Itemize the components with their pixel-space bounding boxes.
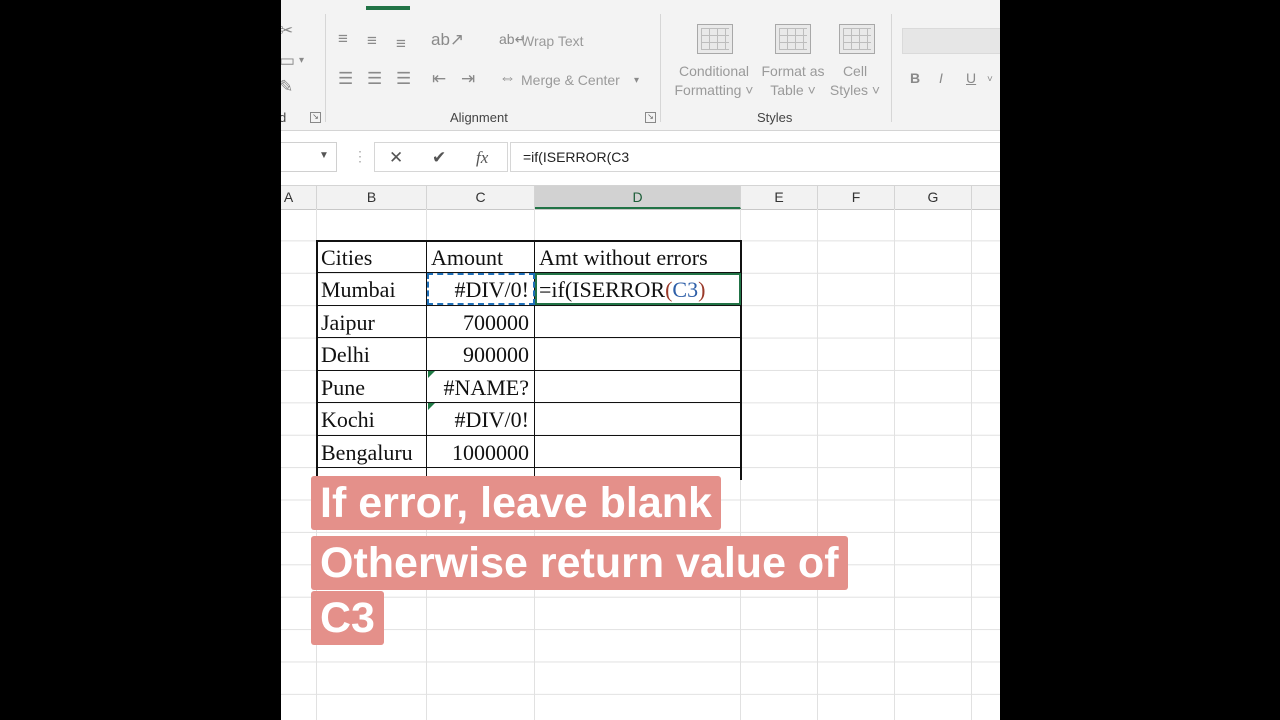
caption-line: C3 [311,591,384,645]
cell-styles-button[interactable]: Cell Styles ˅ [826,62,884,100]
format-as-table-button[interactable]: Format as Table ˅ [757,62,829,100]
cell-city[interactable]: Pune [317,371,365,403]
column-header-c[interactable]: C [427,186,535,209]
insert-function-icon[interactable]: fx [476,148,488,168]
cell-styles-label: Cell [842,63,868,79]
gridline [971,209,972,720]
ribbon-divider [891,14,892,122]
cell-amount[interactable]: #NAME? [427,371,535,403]
align-top-icon[interactable]: ≡ [338,30,348,47]
column-header-d[interactable]: D [535,186,741,209]
alignment-group-label: Alignment [450,110,508,125]
column-header-a[interactable]: A [281,186,317,209]
merge-dropdown-icon[interactable]: ▾ [634,72,639,89]
conditional-formatting-label: Formatting ˅ [674,82,754,98]
wrap-text-button[interactable]: Wrap Text [521,33,584,49]
conditional-formatting-icon[interactable] [697,24,733,54]
header-amount[interactable]: Amount [427,241,503,273]
align-left-icon[interactable]: ☰ [338,70,353,87]
align-right-icon[interactable]: ☰ [396,70,411,87]
styles-group-label: Styles [757,110,793,125]
align-bottom-icon[interactable]: ≡ [396,35,406,52]
cell-styles-label: Styles ˅ [829,82,881,98]
format-as-table-label: Format as [761,63,825,79]
cell-city[interactable]: Kochi [317,403,375,435]
bold-button[interactable]: B [910,70,920,86]
clipboard-group-label: d [281,110,287,125]
name-box[interactable]: ▼ [281,142,337,172]
formula-controls: ✕ ✔ fx [374,142,508,172]
cell-city[interactable]: Delhi [317,338,370,370]
copy-dropdown-icon[interactable]: ▾ [299,52,304,69]
copy-reference-highlight [427,273,535,305]
copy-icon[interactable]: ▭ [281,52,295,69]
align-center-icon[interactable]: ☰ [367,70,382,87]
error-indicator-icon[interactable] [428,403,435,410]
column-header-g[interactable]: G [895,186,972,209]
formula-bar: ▼ ⋮ ✕ ✔ fx =if(ISERROR(C3 [281,140,1000,176]
ribbon-divider [660,14,661,122]
name-box-dropdown-icon[interactable]: ▼ [319,150,329,161]
caption-line: Otherwise return value of [311,536,848,590]
orientation-icon[interactable]: ab↗ [431,31,464,48]
column-headers: A B C D E F G [281,185,1000,210]
cell-amount[interactable]: #DIV/0! [427,403,535,435]
conditional-formatting-button[interactable]: Conditional Formatting ˅ [672,62,756,100]
alignment-launcher-icon[interactable]: ↘ [645,112,656,123]
enter-icon[interactable]: ✔ [432,148,446,168]
ribbon: ✂ ▭ ▾ ✎ d ↘ ≡ ≡ ≡ ab↗ ☰ ☰ ☰ ⇤ ⇥ ab↵ Wrap… [281,0,1000,131]
increase-indent-icon[interactable]: ⇥ [461,70,475,87]
caption-line: If error, leave blank [311,476,721,530]
format-painter-icon[interactable]: ✎ [281,78,293,95]
header-cities[interactable]: Cities [317,241,372,273]
column-header-f[interactable]: F [818,186,895,209]
italic-button[interactable]: I [939,70,943,86]
cut-icon[interactable]: ✂ [281,22,293,39]
cell-amount[interactable]: 1000000 [427,436,535,468]
underline-dropdown-icon[interactable]: ˅ [987,71,993,88]
cell-city[interactable]: Mumbai [317,273,396,305]
format-as-table-icon[interactable] [775,24,811,54]
cell-styles-icon[interactable] [839,24,875,54]
format-as-table-label: Table ˅ [770,82,816,98]
clipboard-launcher-icon[interactable]: ↘ [310,112,321,123]
cell-city[interactable]: Bengaluru [317,436,413,468]
column-header-b[interactable]: B [317,186,427,209]
align-middle-icon[interactable]: ≡ [367,32,377,49]
gridline [894,209,895,720]
header-amt-without-errors[interactable]: Amt without errors [535,241,708,273]
error-indicator-icon[interactable] [428,371,435,378]
cell-amount[interactable]: 900000 [427,338,535,370]
cell-amount[interactable]: 700000 [427,306,535,338]
active-tab-indicator [366,6,410,10]
column-header-e[interactable]: E [741,186,818,209]
cell-city[interactable]: Jaipur [317,306,375,338]
decrease-indent-icon[interactable]: ⇤ [432,70,446,87]
merge-center-icon[interactable]: ⇔ [499,69,516,86]
formula-text: =if(ISERROR(C3 [523,149,630,165]
gridline [817,209,818,720]
merge-center-button[interactable]: Merge & Center [521,72,620,88]
active-cell-cursor [535,273,741,305]
excel-window: ✂ ▭ ▾ ✎ d ↘ ≡ ≡ ≡ ab↗ ☰ ☰ ☰ ⇤ ⇥ ab↵ Wrap… [281,0,1000,720]
conditional-formatting-label: Conditional [678,63,750,79]
cancel-icon[interactable]: ✕ [389,148,403,168]
formula-input[interactable]: =if(ISERROR(C3 [510,142,1000,172]
formula-bar-grip-icon[interactable]: ⋮ [353,148,367,165]
font-size-box[interactable] [902,28,1000,54]
ribbon-divider [325,14,326,122]
underline-button[interactable]: U [966,70,976,86]
